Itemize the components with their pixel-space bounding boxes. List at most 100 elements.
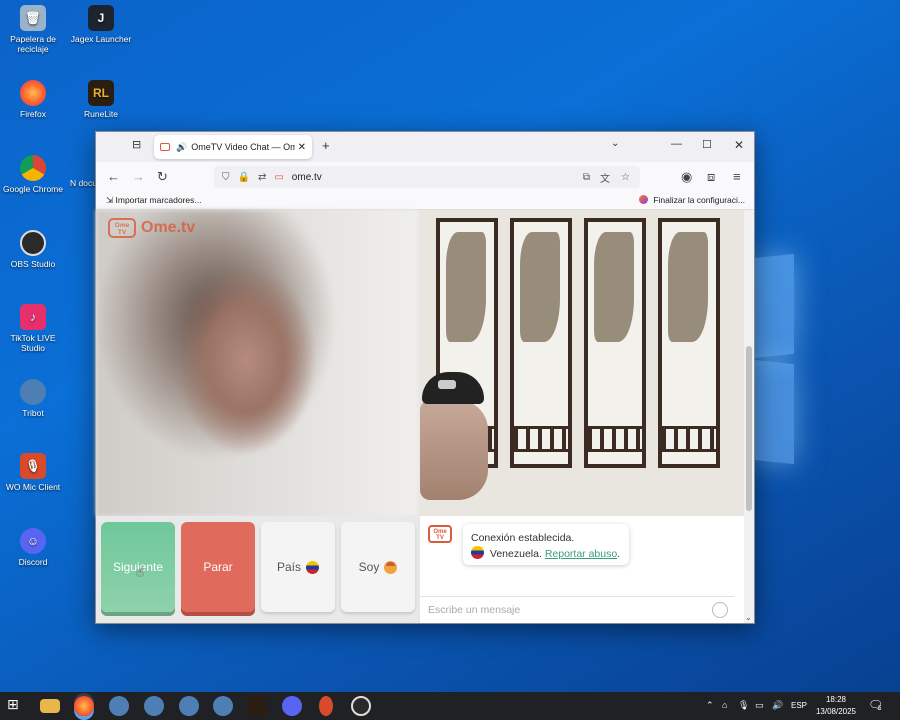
country-button[interactable]: País	[261, 522, 335, 612]
jagex-icon: J	[88, 5, 114, 31]
person-emoji-icon	[384, 560, 398, 574]
import-icon: ⇲	[106, 195, 114, 205]
controls-panel: Siguiente Parar País Soy	[96, 516, 418, 623]
desktop-icon-firefox[interactable]: Firefox	[0, 80, 66, 119]
taskbar: ⊞ ⌃ ⌂ 🎙 ▭ 🔊 ESP 18:28 13/08/2025 🗨 5	[0, 692, 900, 720]
local-video	[96, 210, 418, 516]
system-message: Conexión establecida. Venezuela. Reporta…	[463, 524, 629, 565]
notifications-count: 5	[878, 706, 882, 712]
taskbar-obs-icon[interactable]	[351, 696, 371, 716]
account-icon[interactable]: ◉	[681, 169, 692, 185]
venezuela-flag-icon	[306, 560, 319, 574]
reload-icon[interactable]: ↻	[157, 169, 168, 185]
decor-panel-3	[584, 218, 646, 468]
chat-panel: Ome TV Conexión establecida. Venezuela. R…	[420, 516, 744, 623]
decor-panel-2	[510, 218, 572, 468]
taskbar-discord-icon[interactable]	[282, 696, 302, 716]
recycle-bin-icon: 🗑	[20, 5, 46, 31]
emoji-picker-icon[interactable]	[712, 602, 728, 618]
desktop-icon-tiktok-live[interactable]: ♪ TikTok LIVE Studio	[0, 304, 66, 353]
ometv-logo: Ome TV Ome.tv	[108, 218, 195, 238]
tab-overview-icon[interactable]: ⊟	[132, 138, 141, 151]
obs-icon	[20, 230, 46, 256]
taskbar-tribot-4-icon[interactable]	[213, 696, 233, 716]
taskbar-tribot-1-icon[interactable]	[109, 696, 129, 716]
desktop-icon-discord[interactable]: ☺ Discord	[0, 528, 66, 567]
page-scrollbar[interactable]: ⌄	[744, 210, 754, 623]
venezuela-flag-icon	[471, 546, 484, 559]
windows-logo-wallpaper	[754, 250, 900, 470]
tab-ometv[interactable]: 🔊 OmeTV Video Chat — Ome ✕	[154, 135, 312, 159]
lock-icon[interactable]: 🔒	[238, 172, 250, 183]
tray-chevron-icon[interactable]: ⌃	[706, 700, 714, 711]
microphone-icon: 🎙	[20, 453, 46, 479]
desktop-icon-wo-mic[interactable]: 🎙 WO Mic Client	[0, 453, 66, 492]
remote-person	[420, 370, 498, 516]
finish-setup-link[interactable]: Finalizar la configuraci...	[638, 195, 745, 205]
close-window-button[interactable]: ✕	[734, 138, 744, 152]
message-input[interactable]: Escribe un mensaje	[420, 596, 734, 623]
permissions-icon[interactable]: ⇄	[258, 172, 266, 183]
tray-volume-icon[interactable]: 🔊	[772, 700, 783, 711]
discord-icon: ☺	[20, 528, 46, 554]
bookmark-star-icon[interactable]: ☆	[621, 172, 630, 183]
scrollbar-thumb[interactable]	[746, 346, 752, 511]
camera-icon[interactable]: ▭	[274, 172, 283, 183]
nav-bar: ← → ↻ ⛉ 🔒 ⇄ ▭ ome.tv ⧉ 文 ☆ ◉ ⧈ ≡	[96, 162, 754, 192]
gender-button[interactable]: Soy	[341, 522, 415, 612]
tab-bar: ⊟ 🔊 OmeTV Video Chat — Ome ✕ + ⌄ — ☐ ✕	[96, 132, 754, 162]
tab-close-icon[interactable]: ✕	[298, 142, 306, 153]
taskbar-tribot-3-icon[interactable]	[179, 696, 199, 716]
taskbar-tribot-2-icon[interactable]	[144, 696, 164, 716]
runelite-icon: RL	[88, 80, 114, 106]
desktop-icon-recycle-bin[interactable]: 🗑 Papelera de reciclaje	[0, 5, 66, 54]
desktop-icon-runelite[interactable]: RL RuneLite	[68, 80, 134, 119]
tray-network-icon[interactable]: ▭	[755, 700, 764, 711]
clock[interactable]: 18:28 13/08/2025	[812, 694, 860, 718]
tray-mic-icon[interactable]: 🎙	[738, 700, 749, 711]
desktop-icon-obs-studio[interactable]: OBS Studio	[0, 230, 66, 269]
desktop-icon-google-chrome[interactable]: Google Chrome	[0, 155, 66, 194]
language-indicator[interactable]: ESP	[791, 701, 807, 710]
forward-icon[interactable]: →	[132, 169, 145, 184]
speaker-icon[interactable]: 🔊	[176, 142, 187, 153]
bookmarks-bar: ⇲ Importar marcadores... Finalizar la co…	[96, 192, 754, 210]
import-bookmarks-link[interactable]: ⇲ Importar marcadores...	[106, 195, 201, 206]
start-button[interactable]: ⊞	[7, 696, 27, 716]
translate-icon[interactable]: 文	[600, 170, 610, 185]
stop-button[interactable]: Parar	[181, 522, 255, 612]
report-abuse-link[interactable]: Reportar abuso	[545, 548, 617, 560]
taskbar-runelite-icon[interactable]	[247, 696, 267, 716]
desktop-icon-jagex-launcher[interactable]: J Jagex Launcher	[68, 5, 134, 44]
extensions-icon[interactable]: ⧈	[707, 169, 715, 185]
picture-in-picture-icon[interactable]: ⧉	[583, 172, 590, 183]
tiktok-icon: ♪	[20, 304, 46, 330]
menu-icon[interactable]: ≡	[733, 169, 741, 184]
ometv-chat-logo-icon: Ome TV	[428, 525, 452, 543]
firefox-icon	[20, 80, 46, 106]
file-explorer-icon[interactable]	[40, 699, 60, 713]
url-bar[interactable]: ⛉ 🔒 ⇄ ▭ ome.tv ⧉ 文 ☆	[214, 166, 640, 188]
remote-video	[420, 210, 744, 516]
ometv-page: Ome TV Ome.tv Siguiente Parar País Soy O…	[96, 210, 754, 623]
maximize-button[interactable]: ☐	[702, 138, 712, 151]
taskbar-firefox-icon[interactable]	[74, 696, 94, 716]
minimize-button[interactable]: —	[671, 138, 682, 150]
ometv-favicon-icon	[160, 143, 170, 151]
tray-app-icon[interactable]: ⌂	[722, 700, 727, 710]
desktop-icon-partial[interactable]: N docu	[70, 178, 98, 188]
mouse-cursor-icon: ☝	[136, 564, 144, 579]
scroll-down-arrow-icon[interactable]: ⌄	[745, 613, 752, 622]
back-icon[interactable]: ←	[107, 169, 120, 184]
decor-panel-4	[658, 218, 720, 468]
tab-list-chevron-icon[interactable]: ⌄	[611, 138, 619, 149]
url-text: ome.tv	[291, 171, 322, 183]
taskbar-microphone-icon[interactable]	[319, 696, 333, 716]
ometv-tv-icon: Ome TV	[108, 218, 136, 238]
new-tab-button[interactable]: +	[322, 138, 330, 153]
desktop-icon-tribot[interactable]: Tribot	[0, 379, 66, 418]
firefox-small-icon	[638, 195, 648, 204]
browser-window: ⊟ 🔊 OmeTV Video Chat — Ome ✕ + ⌄ — ☐ ✕ ←…	[95, 131, 755, 624]
shield-icon[interactable]: ⛉	[222, 172, 230, 183]
chrome-icon	[20, 155, 46, 181]
